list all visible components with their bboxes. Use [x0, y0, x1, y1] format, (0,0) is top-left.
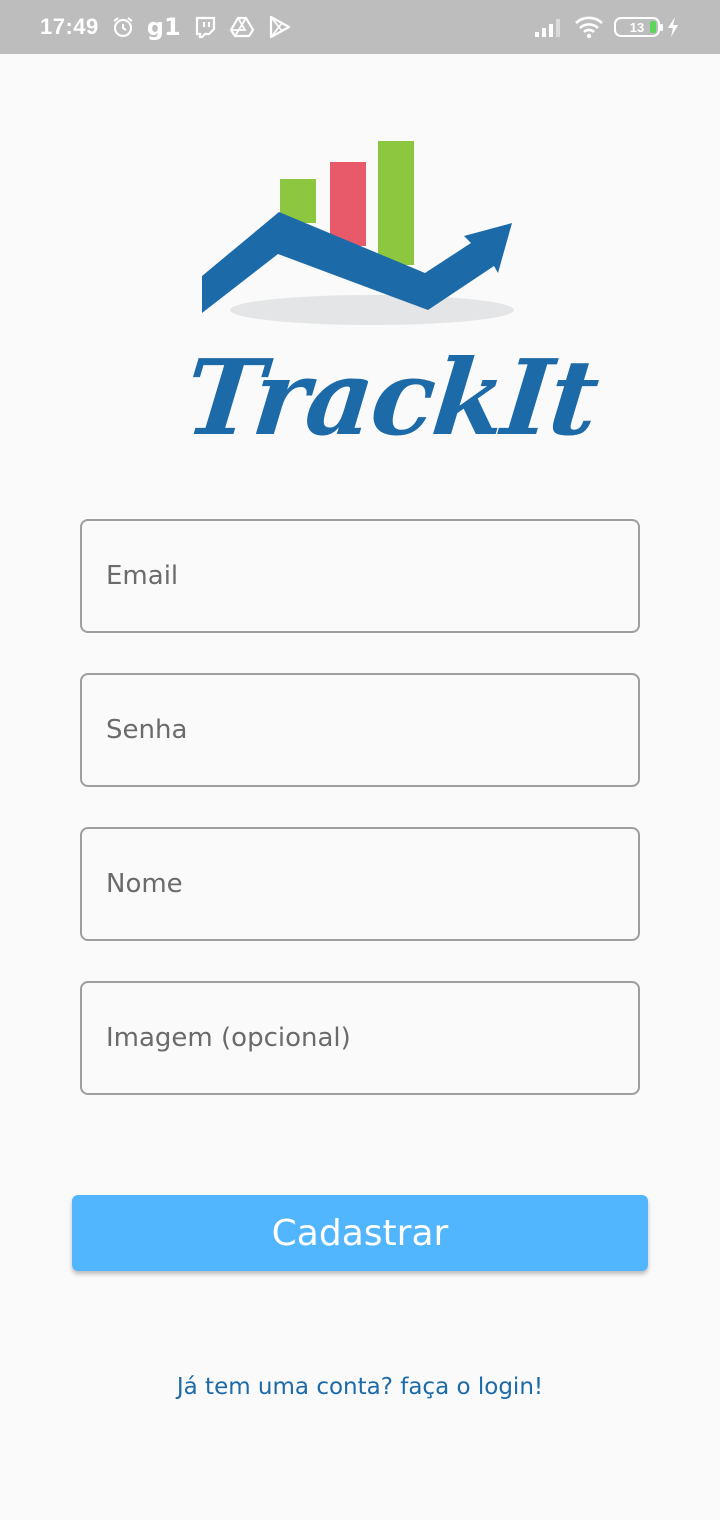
play-icon — [267, 15, 291, 39]
drive-icon — [229, 15, 255, 39]
email-input[interactable] — [106, 561, 638, 591]
password-input[interactable] — [106, 715, 638, 745]
charging-icon — [666, 16, 680, 38]
image-url-input[interactable] — [106, 1023, 638, 1053]
twitch-icon — [193, 15, 217, 39]
image-url-field[interactable] — [80, 981, 640, 1095]
password-field[interactable] — [80, 673, 640, 787]
email-field[interactable] — [80, 519, 640, 633]
status-time: 17:49 — [40, 14, 99, 39]
signup-button[interactable]: Cadastrar — [72, 1195, 648, 1271]
wifi-icon — [574, 15, 604, 39]
g1-icon: g1 — [146, 13, 181, 41]
name-field[interactable] — [80, 827, 640, 941]
logo-shadow — [230, 295, 514, 325]
battery-icon: 13 — [614, 17, 663, 37]
signal-icon — [534, 17, 564, 37]
logo-bar-red — [330, 162, 366, 246]
status-left: 17:49 g1 — [40, 13, 303, 41]
battery-level: 13 — [629, 19, 645, 35]
logo-wordmark: TrackIt — [179, 336, 603, 459]
login-link[interactable]: Já tem uma conta? faça o login! — [0, 1374, 720, 1400]
battery-fill — [650, 21, 656, 33]
logo-bar-green-tall — [378, 141, 414, 265]
status-bar: 17:49 g1 13 — [0, 0, 720, 54]
alarm-icon — [111, 15, 135, 39]
name-input[interactable] — [106, 869, 638, 899]
status-right: 13 — [534, 15, 690, 39]
